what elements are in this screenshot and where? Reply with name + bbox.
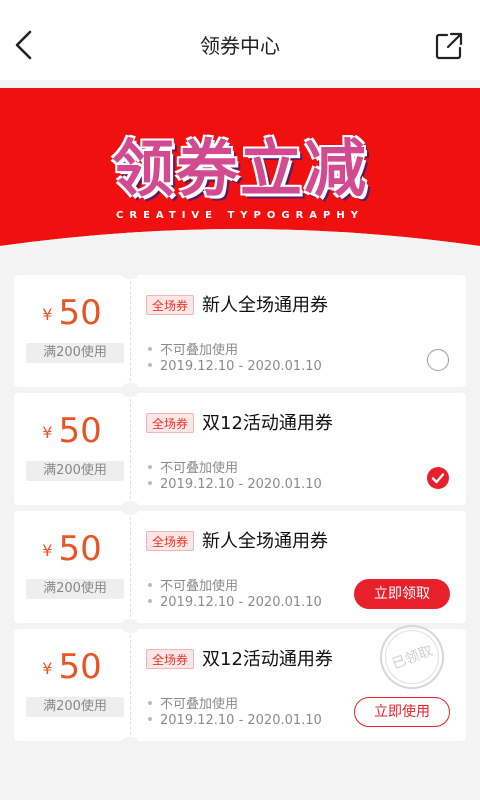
coupon-name: 双12活动通用券 <box>202 413 333 434</box>
page-title: 领券中心 <box>200 34 280 58</box>
coupon-value-section: ¥50 满200使用 <box>14 629 130 741</box>
coupon-card[interactable]: ¥50 满200使用 全场券 新人全场通用券 不可叠加使用 2019.12.10… <box>14 507 466 627</box>
coupon-tag: 全场券 <box>146 531 195 551</box>
ticket-divider <box>130 399 131 499</box>
claimed-stamp: 已领取 <box>370 615 454 699</box>
banner-title: 领券立减 <box>111 132 368 205</box>
currency-symbol: ¥ <box>42 659 53 678</box>
coupon-period: 2019.12.10 - 2020.01.10 <box>148 359 322 374</box>
coupon-condition: 满200使用 <box>26 461 124 481</box>
ticket-notch <box>122 271 138 279</box>
coupon-condition: 满200使用 <box>26 343 124 363</box>
coupon-value-section: ¥50 满200使用 <box>14 511 130 623</box>
coupon-rule: 不可叠加使用 <box>148 339 238 358</box>
currency-symbol: ¥ <box>42 423 53 442</box>
coupon-period: 2019.12.10 - 2020.01.10 <box>148 595 322 610</box>
coupon-card[interactable]: ¥50 满200使用 全场券 双12活动通用券 不可叠加使用 2019.12.1… <box>14 389 466 509</box>
coupon-condition: 满200使用 <box>26 579 124 599</box>
banner-subtitle: CREATIVE TYPOGRAPHY <box>116 210 364 221</box>
coupon-name: 新人全场通用券 <box>202 531 328 552</box>
coupon-value-section: ¥50 满200使用 <box>14 393 130 505</box>
ticket-divider <box>130 281 131 381</box>
use-now-button[interactable]: 立即使用 <box>354 697 450 727</box>
coupon-tag: 全场券 <box>146 295 195 315</box>
coupon-price: ¥50 <box>14 529 130 569</box>
ticket-divider <box>130 517 131 617</box>
promo-banner: 领券立减 CREATIVE TYPOGRAPHY <box>0 88 480 258</box>
coupon-price: ¥50 <box>14 293 130 333</box>
ticket-notch <box>122 507 138 515</box>
coupon-card[interactable]: ¥50 满200使用 全场券 双12活动通用券 不可叠加使用 2019.12.1… <box>14 615 466 745</box>
coupon-name: 双12活动通用券 <box>202 649 333 670</box>
top-bar: 领券中心 <box>0 0 480 80</box>
coupon-amount: 50 <box>58 647 102 687</box>
banner-logo: 领券立减 CREATIVE TYPOGRAPHY <box>0 118 480 221</box>
ticket-notch <box>122 737 138 745</box>
coupon-tag: 全场券 <box>146 413 195 433</box>
coupon-amount: 50 <box>58 411 102 451</box>
coupon-card[interactable]: ¥50 满200使用 全场券 新人全场通用券 不可叠加使用 2019.12.10… <box>14 271 466 391</box>
coupon-price: ¥50 <box>14 647 130 687</box>
ticket-notch <box>122 389 138 397</box>
ticket-divider <box>130 635 131 735</box>
coupon-amount: 50 <box>58 529 102 569</box>
currency-symbol: ¥ <box>42 541 53 560</box>
coupon-tag: 全场券 <box>146 649 195 669</box>
coupon-value-section: ¥50 满200使用 <box>14 275 130 387</box>
coupon-price: ¥50 <box>14 411 130 451</box>
share-icon[interactable] <box>433 30 465 62</box>
coupon-rule: 不可叠加使用 <box>148 575 238 594</box>
coupon-rule: 不可叠加使用 <box>148 457 238 476</box>
coupon-period: 2019.12.10 - 2020.01.10 <box>148 713 322 728</box>
claim-button[interactable]: 立即领取 <box>354 579 450 609</box>
coupon-rule: 不可叠加使用 <box>148 693 238 712</box>
ticket-notch <box>122 625 138 633</box>
coupon-name: 新人全场通用券 <box>202 295 328 316</box>
currency-symbol: ¥ <box>42 305 53 324</box>
coupon-period: 2019.12.10 - 2020.01.10 <box>148 477 322 492</box>
coupon-amount: 50 <box>58 293 102 333</box>
coupon-select-radio-checked[interactable] <box>427 467 449 489</box>
checkmark-icon <box>431 473 445 484</box>
coupon-select-radio[interactable] <box>427 349 449 371</box>
coupon-condition: 满200使用 <box>26 697 124 717</box>
